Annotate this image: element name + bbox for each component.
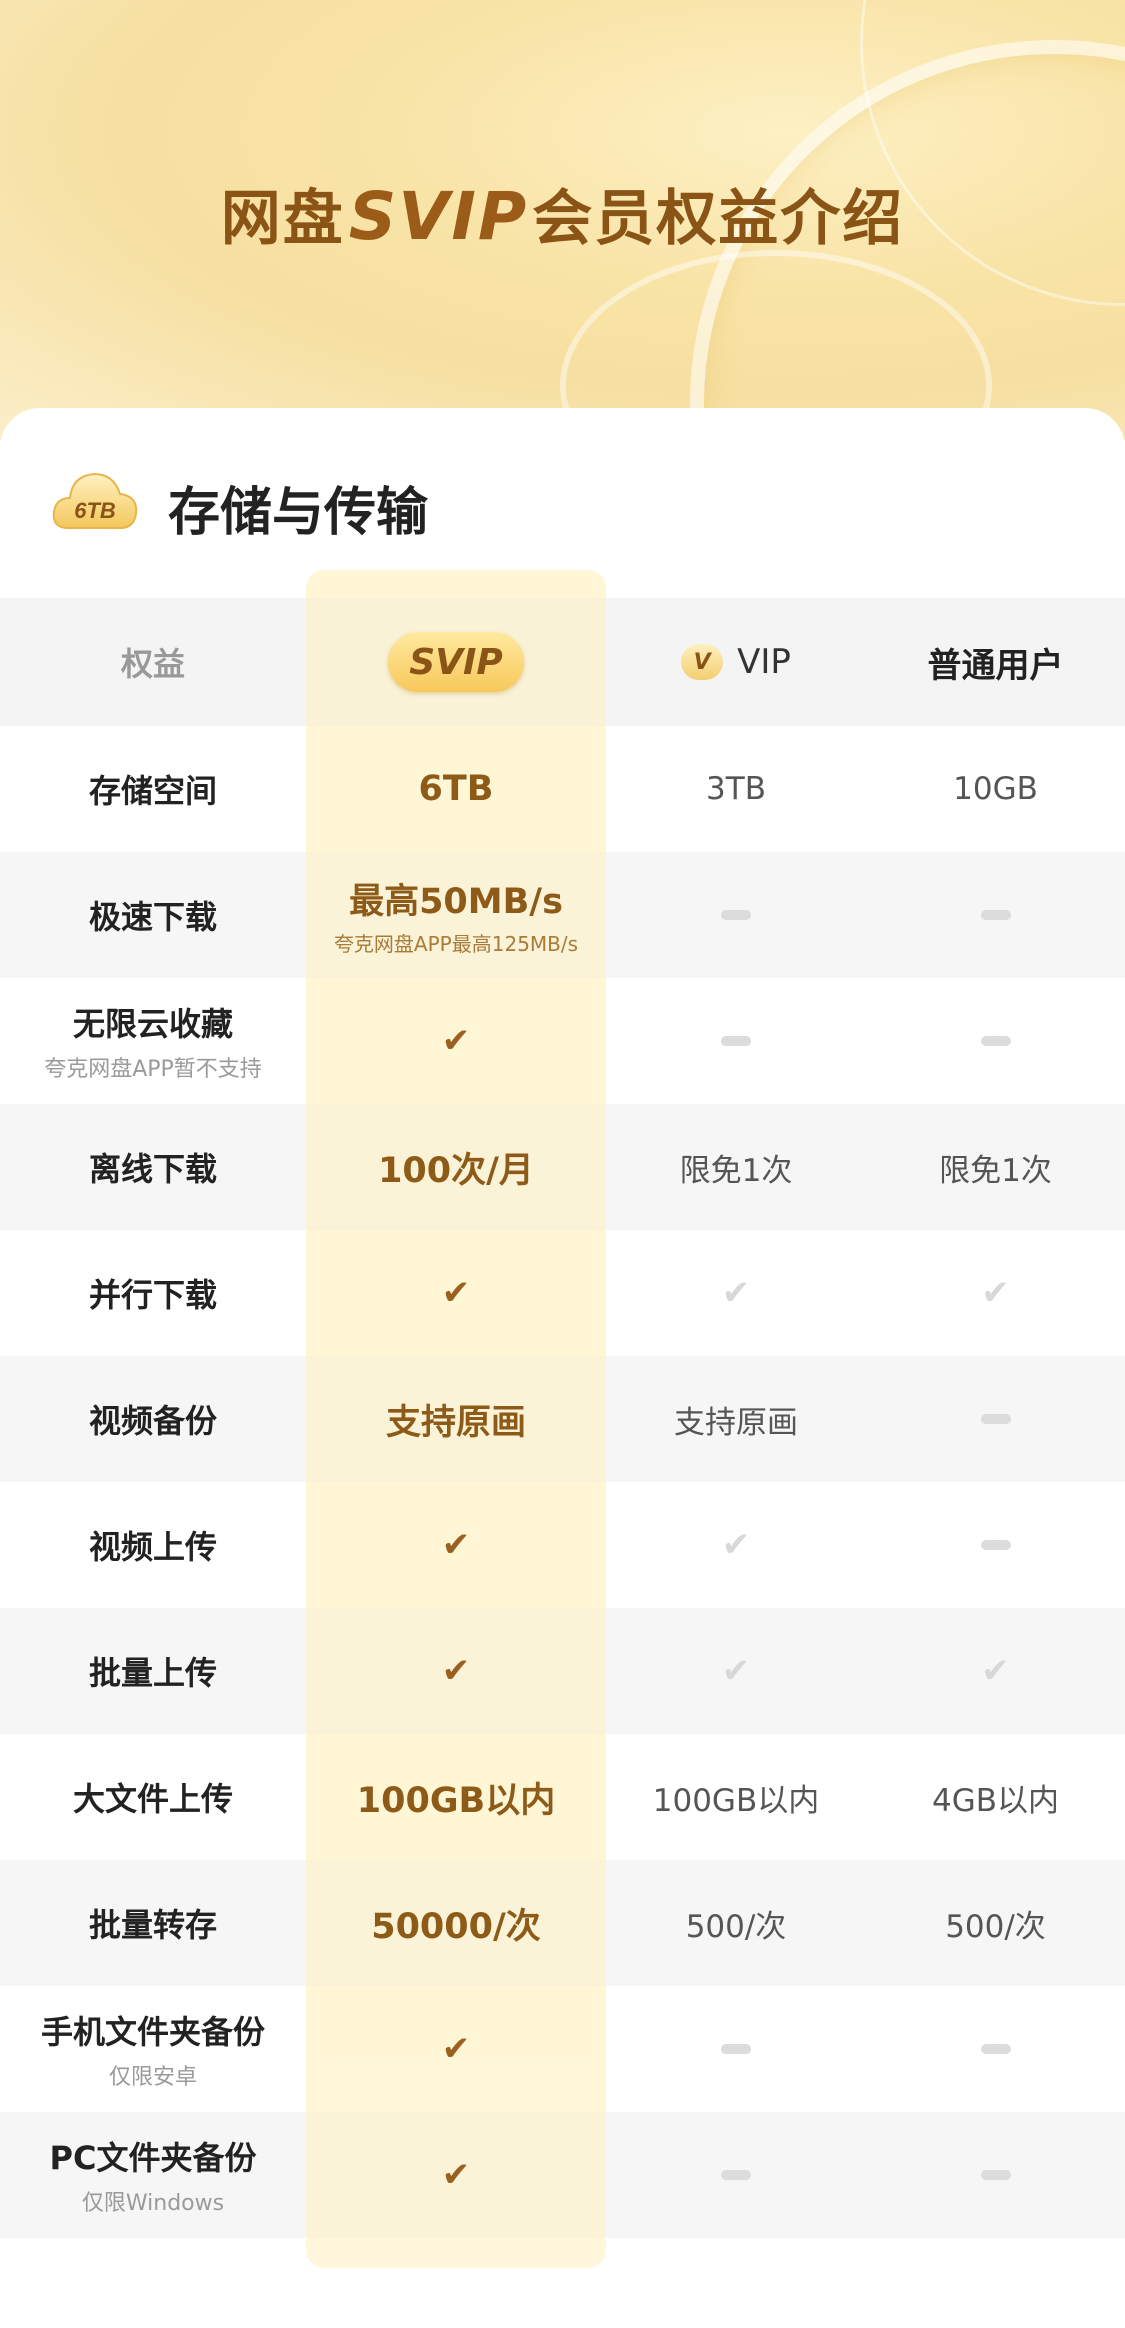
feature-name: 批量上传 <box>88 1654 217 1692</box>
vip-value: 限免1次 <box>679 1152 793 1189</box>
dash-icon <box>980 1036 1011 1046</box>
dash-icon <box>980 2170 1011 2180</box>
feature-name: PC文件夹备份 <box>49 2139 257 2177</box>
vip-icon: V <box>681 644 724 680</box>
svip-note: 夸克网盘APP最高125MB/s <box>333 932 579 956</box>
table-row: 视频备份 支持原画 支持原画 <box>0 1356 1125 1482</box>
page-title: 网盘SVIP会员权益介绍 <box>0 170 1125 257</box>
header-feature: 权益 <box>120 645 185 683</box>
normal-value: 限免1次 <box>939 1152 1052 1189</box>
check-icon: ✔ <box>721 1273 751 1313</box>
title-brand: SVIP <box>348 178 529 255</box>
feature-name: 大文件上传 <box>72 1780 233 1818</box>
table-row: 离线下载 100次/月 限免1次 限免1次 <box>0 1104 1125 1230</box>
cloud-storage-icon: 6TB <box>52 472 138 529</box>
table-row: 批量上传 ✔ ✔ ✔ <box>0 1608 1125 1734</box>
feature-name: 极速下载 <box>88 898 217 936</box>
table-row: 极速下载 最高50MB/s 夸克网盘APP最高125MB/s <box>0 852 1125 978</box>
table-header-row: 权益 SVIP V VIP 普通用户 <box>0 598 1125 726</box>
feature-name: 无限云收藏 <box>72 1005 233 1043</box>
check-icon: ✔ <box>441 1651 471 1691</box>
svip-value: 支持原画 <box>385 1402 526 1443</box>
feature-name: 离线下载 <box>88 1150 217 1188</box>
normal-value: 4GB以内 <box>931 1782 1059 1819</box>
vip-value: 支持原画 <box>674 1404 798 1441</box>
vip-value: 3TB <box>706 771 766 807</box>
check-icon: ✔ <box>441 1273 471 1313</box>
table-row: 手机文件夹备份仅限安卓 ✔ <box>0 1986 1125 2112</box>
check-icon: ✔ <box>441 1525 471 1565</box>
vip-label: VIP <box>737 642 791 682</box>
vip-value: 100GB以内 <box>652 1782 820 1819</box>
svip-value: 最高50MB/s <box>349 882 563 922</box>
svip-value: 100GB以内 <box>356 1780 556 1821</box>
normal-value: 10GB <box>953 771 1038 807</box>
feature-note: 仅限Windows <box>81 2191 225 2216</box>
feature-name: 视频上传 <box>88 1528 217 1566</box>
table-row: 无限云收藏夸克网盘APP暂不支持 ✔ <box>0 978 1125 1104</box>
benefits-table: 权益 SVIP V VIP 普通用户 存储空间 6TB 3TB 10GB 极速下载 最高50… <box>0 598 1125 2238</box>
dash-icon <box>980 2044 1011 2054</box>
check-icon: ✔ <box>441 2155 471 2195</box>
table-row: 并行下载 ✔ ✔ ✔ <box>0 1230 1125 1356</box>
dash-icon <box>980 1540 1011 1550</box>
normal-value: 500/次 <box>945 1908 1046 1945</box>
svip-badge: SVIP <box>388 632 524 692</box>
check-icon: ✔ <box>441 1021 471 1061</box>
dash-icon <box>721 910 751 920</box>
feature-note: 仅限安卓 <box>108 2065 197 2090</box>
dash-icon <box>721 1036 751 1046</box>
check-icon: ✔ <box>721 1651 751 1691</box>
svip-value: 100次/月 <box>378 1150 534 1191</box>
table-row: 视频上传 ✔ ✔ <box>0 1482 1125 1608</box>
svip-value: 50000/次 <box>371 1906 541 1947</box>
check-icon: ✔ <box>981 1651 1010 1691</box>
hero-banner: 网盘SVIP会员权益介绍 <box>0 0 1125 440</box>
cloud-icon-label: 6TB <box>74 498 116 523</box>
table-row: 存储空间 6TB 3TB 10GB <box>0 726 1125 852</box>
check-icon: ✔ <box>441 2029 471 2069</box>
title-suffix: 会员权益介绍 <box>532 184 905 254</box>
feature-name: 手机文件夹备份 <box>40 2013 265 2051</box>
dash-icon <box>721 2044 751 2054</box>
table-row: PC文件夹备份仅限Windows ✔ <box>0 2112 1125 2238</box>
vip-value: 500/次 <box>685 1908 787 1945</box>
title-prefix: 网盘 <box>220 184 345 254</box>
section-title: 存储与传输 <box>168 483 429 543</box>
feature-name: 批量转存 <box>88 1906 217 1944</box>
dash-icon <box>980 1414 1011 1424</box>
header-normal-user: 普通用户 <box>927 645 1064 686</box>
check-icon: ✔ <box>721 1525 751 1565</box>
feature-name: 存储空间 <box>88 772 217 810</box>
check-icon: ✔ <box>981 1273 1010 1313</box>
svip-value: 6TB <box>418 769 494 809</box>
table-row: 大文件上传 100GB以内 100GB以内 4GB以内 <box>0 1734 1125 1860</box>
feature-name: 视频备份 <box>88 1402 217 1440</box>
feature-name: 并行下载 <box>88 1276 217 1314</box>
dash-icon <box>980 910 1011 920</box>
table-row: 批量转存 50000/次 500/次 500/次 <box>0 1860 1125 1986</box>
feature-note: 夸克网盘APP暂不支持 <box>44 1057 262 1082</box>
dash-icon <box>721 2170 751 2180</box>
header-vip: V VIP <box>681 642 791 682</box>
